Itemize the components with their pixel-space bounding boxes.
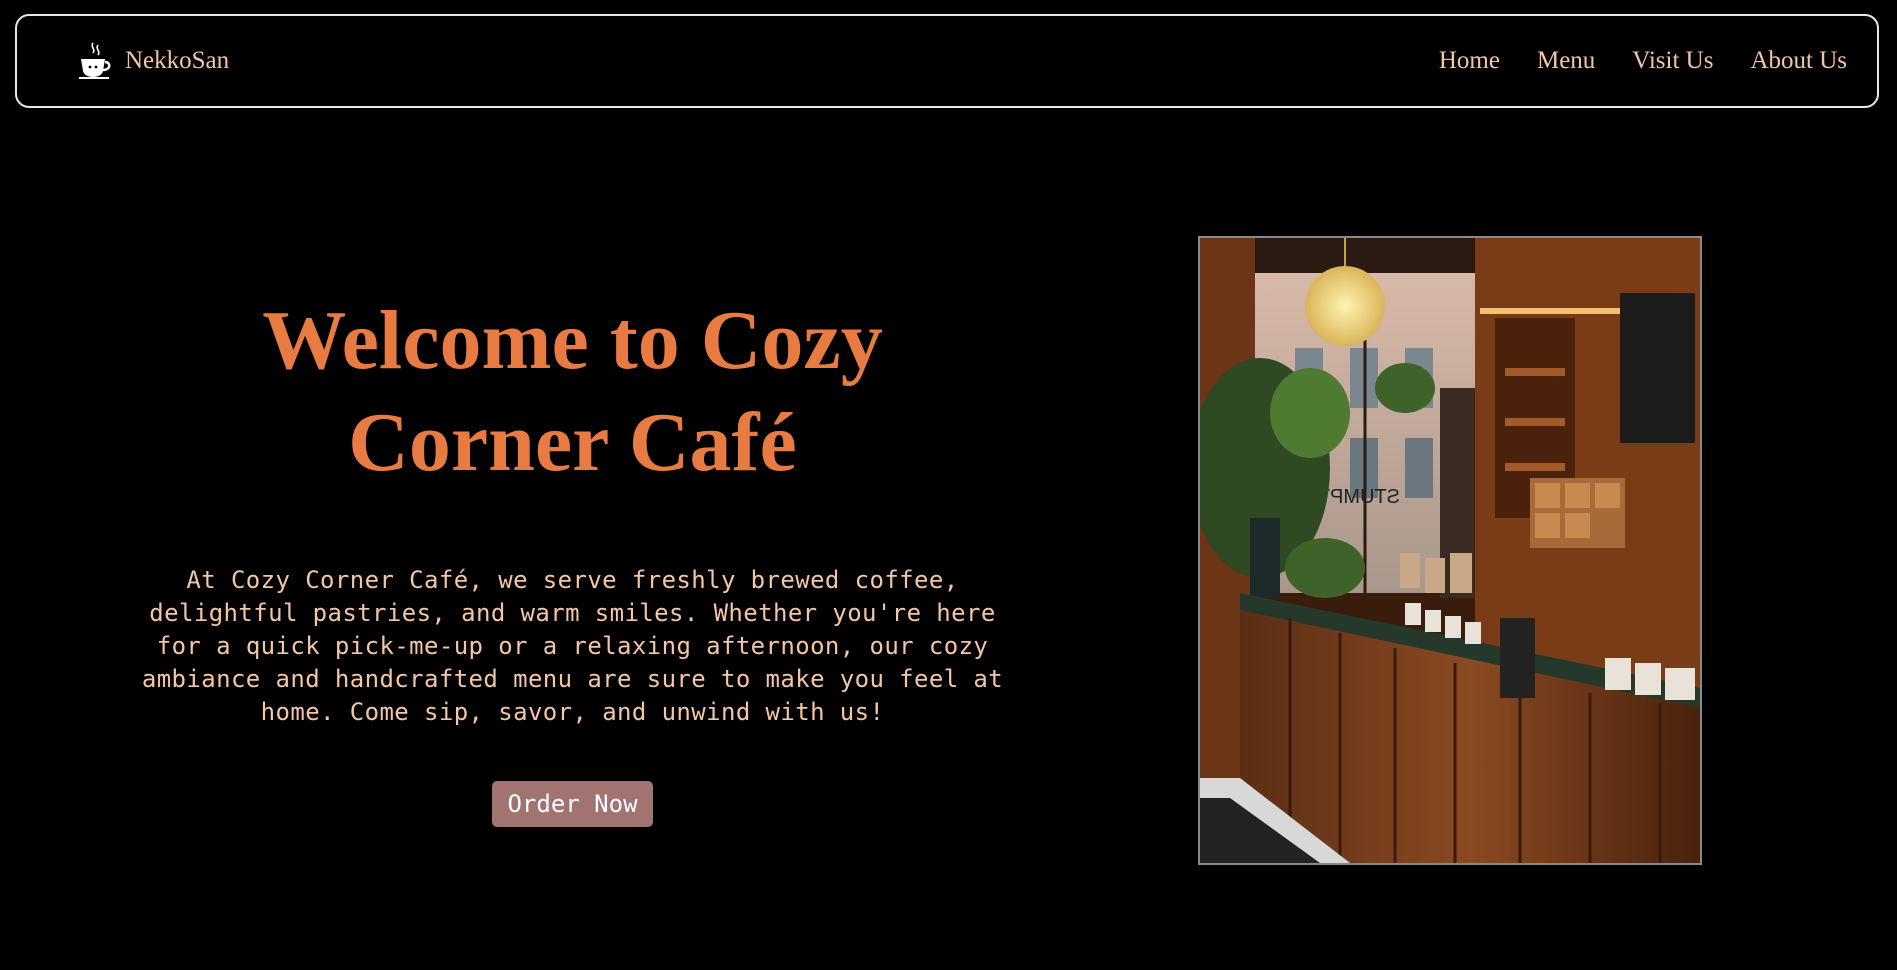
brand-name: NekkoSan xyxy=(125,47,230,74)
cafe-interior-photo: STUMPTOWN xyxy=(1198,236,1702,865)
brand[interactable]: NekkoSan xyxy=(77,41,229,81)
coffee-cup-icon xyxy=(77,41,113,81)
nav-link-about-us[interactable]: About Us xyxy=(1750,47,1847,75)
navbar: NekkoSan Home Menu Visit Us About Us xyxy=(15,14,1879,108)
hero-section: Welcome to Cozy Corner Café At Cozy Corn… xyxy=(110,290,1035,827)
nav-link-visit-us[interactable]: Visit Us xyxy=(1632,47,1713,75)
nav-links: Home Menu Visit Us About Us xyxy=(1439,47,1847,75)
hero-title: Welcome to Cozy Corner Café xyxy=(110,290,1035,494)
hero-title-line1: Welcome to Cozy xyxy=(262,294,883,387)
order-now-button[interactable]: Order Now xyxy=(492,781,653,827)
hero-title-line2: Corner Café xyxy=(348,396,797,489)
nav-link-home[interactable]: Home xyxy=(1439,47,1500,75)
nav-link-menu[interactable]: Menu xyxy=(1537,47,1595,75)
hero-description: At Cozy Corner Café, we serve freshly br… xyxy=(141,566,1004,726)
